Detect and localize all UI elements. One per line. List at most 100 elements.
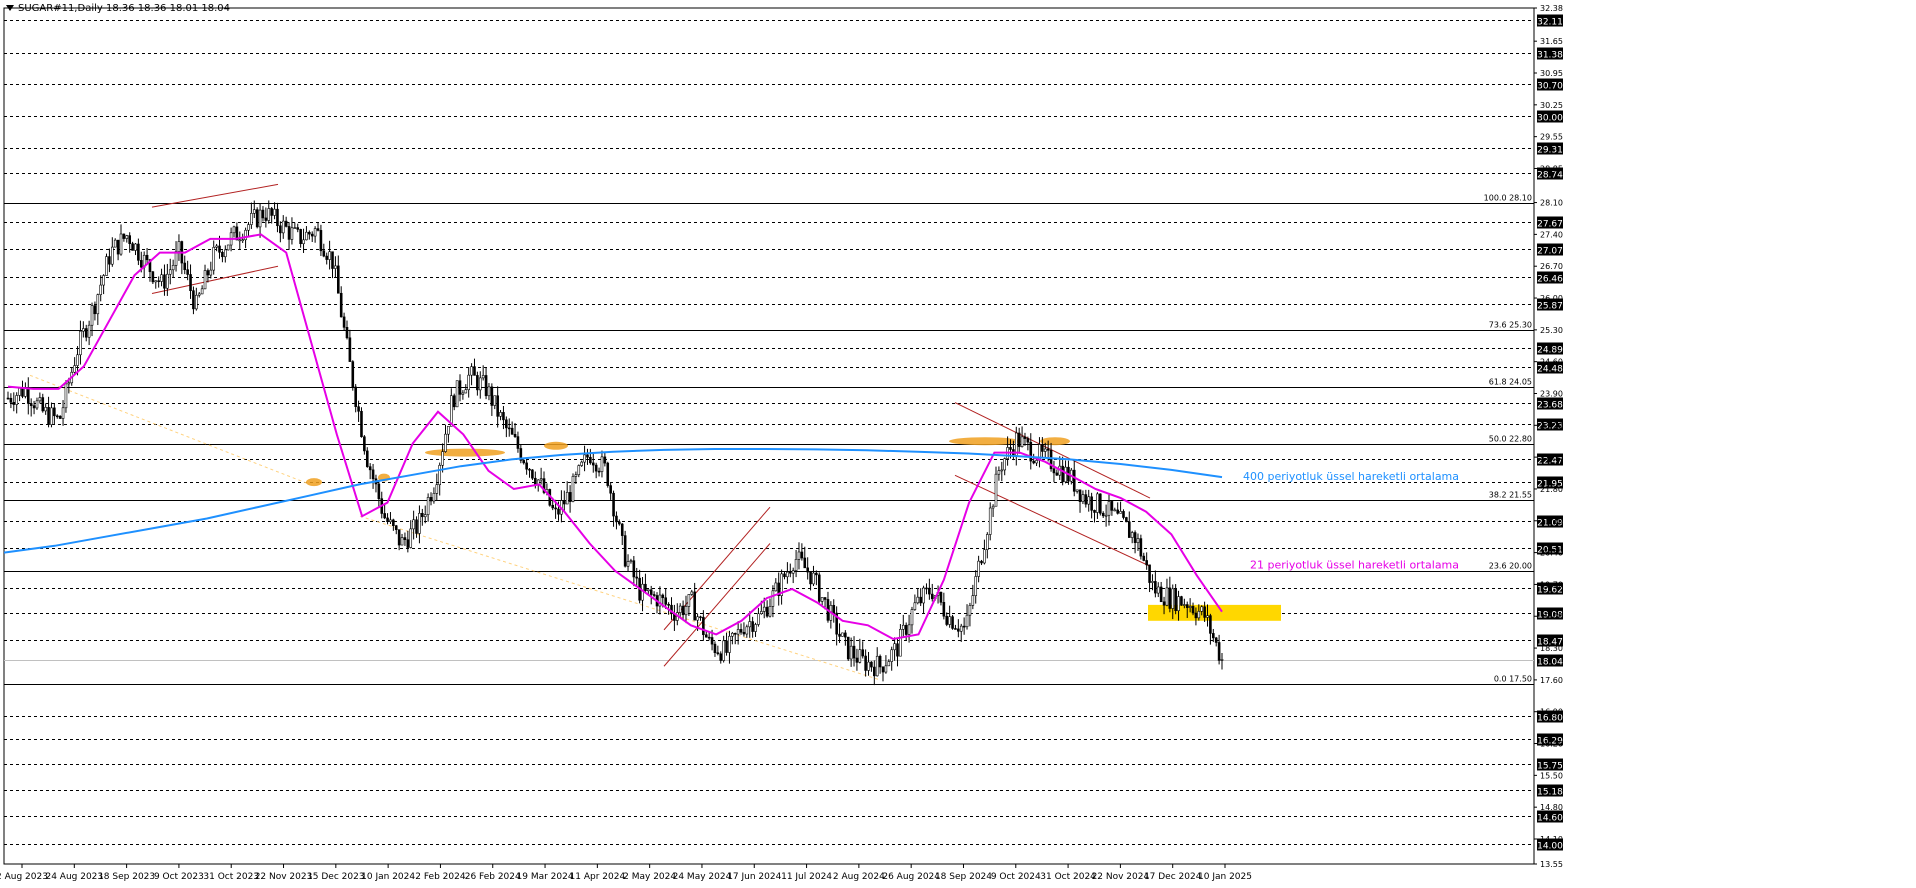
price-axis[interactable]: 32.1131.3830.7030.0029.3128.7427.6727.07… [1534, 4, 1563, 869]
candle-body [35, 400, 39, 409]
candle-body [1090, 496, 1093, 511]
candle-body [394, 525, 398, 530]
price-label: 16.90 [1540, 708, 1563, 717]
candle-body [623, 535, 627, 567]
time-label: 2 Feb 2024 [415, 872, 466, 882]
candle-body [160, 274, 163, 282]
candle-body [44, 407, 47, 412]
candle-body [296, 227, 300, 230]
candle-body [893, 643, 896, 651]
candle-body [342, 316, 346, 328]
candle-body [716, 652, 720, 655]
candle-body [151, 271, 155, 283]
candle-body [409, 528, 413, 548]
price-label: 14.80 [1540, 803, 1563, 812]
candle-body [754, 624, 757, 632]
candle-body [838, 633, 841, 637]
candle-body [957, 628, 960, 632]
candle-body [661, 594, 665, 599]
candle-body [1055, 472, 1059, 476]
candle-body [490, 386, 494, 406]
candle-body [803, 557, 807, 569]
candle-body [910, 609, 914, 626]
resistance-zone [1040, 437, 1070, 446]
candle-body [722, 640, 725, 661]
candle-body [116, 239, 120, 255]
candle-body [250, 213, 253, 225]
candle-body [994, 473, 998, 507]
candle-body [629, 560, 633, 563]
price-label: 22.50 [1540, 453, 1563, 462]
candle-body [1052, 468, 1056, 474]
candle-body [134, 243, 137, 251]
candle-body [783, 573, 786, 578]
candle-body [502, 412, 505, 421]
candle-body [1023, 436, 1027, 439]
candle-body [464, 389, 468, 394]
candle-body [554, 507, 557, 510]
time-label: 19 Mar 2024 [517, 872, 574, 882]
price-label-highlight: 30.70 [1537, 82, 1563, 92]
drawings [29, 183, 1281, 681]
candle-body [119, 233, 123, 255]
candle-body [861, 649, 865, 657]
candle-body [974, 576, 978, 596]
candle-body [452, 395, 456, 408]
candle-body [928, 587, 931, 595]
candle-body [733, 632, 737, 635]
candle-body [392, 519, 395, 526]
price-label: 31.65 [1540, 37, 1563, 46]
candle-body [806, 567, 809, 573]
candle-body [1191, 606, 1195, 614]
candle-body [400, 537, 404, 546]
candle-body [200, 288, 204, 295]
candle-body [1188, 606, 1192, 608]
candle-body [90, 305, 94, 326]
time-label: 2 Aug 2024 [833, 872, 885, 882]
price-label: 25.30 [1540, 326, 1563, 335]
candle-body [762, 606, 766, 612]
candle-body [739, 629, 743, 633]
price-label-highlight: 14.60 [1537, 814, 1563, 824]
candle-body [108, 256, 111, 265]
candle-body [264, 217, 268, 221]
candle-body [26, 387, 30, 404]
candle-body [800, 551, 804, 559]
time-axis[interactable]: 2 Aug 202324 Aug 202318 Sep 20239 Oct 20… [0, 864, 1252, 882]
candle-body [386, 517, 389, 523]
candle-body [968, 605, 972, 616]
candle-body [186, 269, 189, 275]
candle-body [38, 397, 42, 402]
candle-body [1000, 469, 1004, 472]
candle-body [168, 269, 172, 275]
price-label: 13.55 [1540, 860, 1563, 869]
candle-body [476, 375, 479, 391]
candle-body [959, 625, 963, 632]
candle-body [988, 507, 992, 535]
candle-body [1081, 494, 1085, 502]
candle-body [771, 590, 775, 607]
grid-lines [3, 7, 1535, 865]
candle-body [183, 262, 187, 270]
price-label-highlight: 26.46 [1537, 275, 1563, 285]
candle-body [1020, 436, 1024, 447]
price-chart[interactable]: 100.0 28.10 73.6 25.30 61.8 24.05 50.0 22.8… [0, 0, 1916, 888]
candle-body [522, 460, 526, 464]
price-label: 20.40 [1540, 549, 1563, 558]
candle-body [322, 250, 326, 257]
candle-body [922, 587, 925, 604]
price-label: 28.10 [1540, 199, 1563, 208]
candle-body [84, 328, 88, 338]
candle-body [1220, 659, 1224, 661]
candle-body [939, 591, 943, 603]
candle-body [907, 624, 911, 635]
candle-body [513, 433, 517, 437]
candle-body [232, 226, 236, 234]
candle-body [226, 244, 230, 251]
price-label: 30.95 [1540, 69, 1563, 78]
candle-body [980, 560, 983, 564]
price-label: 32.38 [1540, 4, 1563, 13]
candle-body [154, 280, 158, 283]
candle-body [125, 235, 129, 239]
candle-body [852, 645, 856, 659]
